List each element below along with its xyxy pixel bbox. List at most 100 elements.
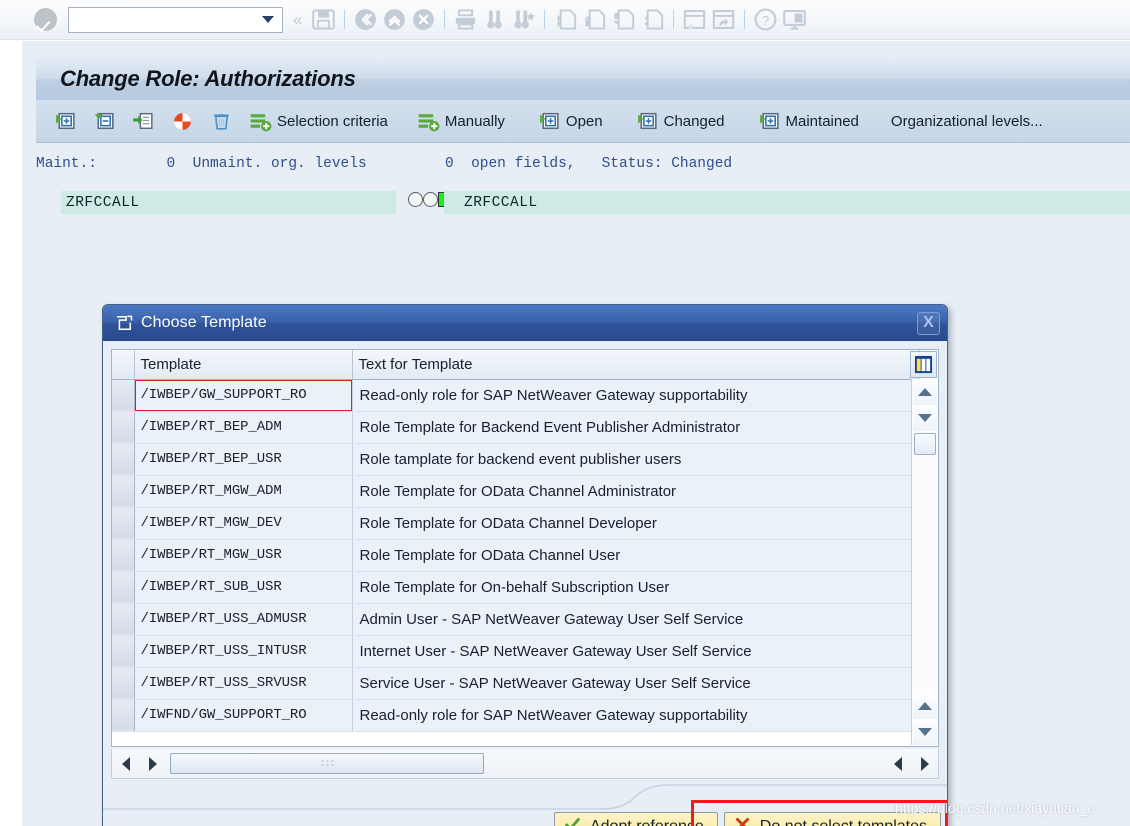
row-select-cell[interactable]: [112, 379, 135, 412]
table-row[interactable]: /IWFND/GW_SUPPORT_RO Read-only role for …: [112, 699, 920, 732]
horizontal-scrollbar-thumb[interactable]: [170, 753, 484, 774]
scroll-down-button[interactable]: [912, 405, 937, 431]
manually-button[interactable]: Manually: [409, 103, 512, 139]
cell-text[interactable]: Role Template for Backend Event Publishe…: [352, 411, 920, 444]
cell-text[interactable]: Read-only role for SAP NetWeaver Gateway…: [352, 379, 920, 412]
role-description-field[interactable]: ZRFCCALL: [444, 191, 1130, 214]
create-shortcut-icon[interactable]: [709, 5, 738, 34]
vertical-scrollbar[interactable]: [911, 379, 937, 745]
help-icon[interactable]: ?: [751, 5, 780, 34]
table-row[interactable]: /IWBEP/RT_MGW_DEV Role Template for ODat…: [112, 507, 920, 540]
cancel-icon[interactable]: [409, 5, 438, 34]
table-row[interactable]: /IWBEP/RT_USS_INTUSR Internet User - SAP…: [112, 635, 920, 668]
cell-template[interactable]: /IWBEP/RT_USS_ADMUSR: [134, 603, 353, 636]
save-icon[interactable]: [309, 5, 338, 34]
cell-text[interactable]: Internet User - SAP NetWeaver Gateway Us…: [352, 635, 920, 668]
cell-text[interactable]: Read-only role for SAP NetWeaver Gateway…: [352, 699, 920, 732]
last-page-icon[interactable]: [638, 5, 667, 34]
cell-text[interactable]: Role tamplate for backend event publishe…: [352, 443, 920, 476]
back-chevrons-icon[interactable]: «: [293, 10, 302, 30]
row-select-cell[interactable]: [112, 699, 135, 732]
cell-template[interactable]: /IWBEP/RT_MGW_DEV: [134, 507, 353, 540]
column-header-text[interactable]: Text for Template: [352, 350, 920, 380]
new-session-icon[interactable]: [680, 5, 709, 34]
deactivate-button[interactable]: [124, 103, 163, 139]
row-select-cell[interactable]: [112, 411, 135, 444]
adopt-reference-button[interactable]: Adopt reference: [553, 812, 718, 826]
customize-layout-icon[interactable]: [780, 5, 809, 34]
table-row[interactable]: /IWBEP/RT_USS_SRVUSR Service User - SAP …: [112, 667, 920, 700]
row-select-cell[interactable]: [112, 635, 135, 668]
exit-up-icon[interactable]: [380, 5, 409, 34]
back-icon[interactable]: [351, 5, 380, 34]
scroll-left-button-2[interactable]: [884, 751, 911, 777]
status-line-text: Maint.: 0 Unmaint. org. levels 0 open fi…: [36, 156, 733, 172]
next-page-icon[interactable]: [609, 5, 638, 34]
close-icon[interactable]: X: [917, 311, 940, 335]
row-select-cell[interactable]: [112, 539, 135, 572]
changed-button[interactable]: Changed: [628, 103, 732, 139]
organizational-levels-button[interactable]: Organizational levels...: [884, 103, 1050, 139]
ok-check-icon[interactable]: [34, 8, 57, 31]
command-field[interactable]: [68, 6, 283, 33]
print-icon[interactable]: [451, 5, 480, 34]
open-button[interactable]: Open: [530, 103, 610, 139]
maintained-button[interactable]: Maintained: [750, 103, 866, 139]
cell-text[interactable]: Role Template for On-behalf Subscription…: [352, 571, 920, 604]
table-row[interactable]: /IWBEP/RT_BEP_ADM Role Template for Back…: [112, 411, 920, 444]
table-row[interactable]: /IWBEP/RT_MGW_ADM Role Template for ODat…: [112, 475, 920, 508]
table-row[interactable]: /IWBEP/RT_BEP_USR Role tamplate for back…: [112, 443, 920, 476]
scroll-up-button[interactable]: [912, 379, 937, 405]
column-header-template[interactable]: Template: [134, 350, 353, 380]
cell-template[interactable]: /IWBEP/RT_MGW_USR: [134, 539, 353, 572]
cell-template[interactable]: /IWBEP/RT_USS_INTUSR: [134, 635, 353, 668]
scrollbar-track[interactable]: [912, 455, 937, 693]
delete-button[interactable]: [202, 103, 241, 139]
cell-template[interactable]: /IWBEP/RT_USS_SRVUSR: [134, 667, 353, 700]
select-all-header[interactable]: [112, 350, 135, 380]
table-row[interactable]: /IWBEP/RT_SUB_USR Role Template for On-b…: [112, 571, 920, 604]
cell-template[interactable]: /IWFND/GW_SUPPORT_RO: [134, 699, 353, 732]
chevron-down-icon[interactable]: [262, 16, 274, 23]
row-select-cell[interactable]: [112, 603, 135, 636]
cell-template[interactable]: /IWBEP/RT_BEP_USR: [134, 443, 353, 476]
dialog-title-bar[interactable]: Choose Template X: [103, 305, 947, 341]
row-select-cell[interactable]: [112, 571, 135, 604]
table-row[interactable]: /IWBEP/GW_SUPPORT_RO Read-only role for …: [112, 379, 920, 412]
cell-template[interactable]: /IWBEP/RT_SUB_USR: [134, 571, 353, 604]
row-select-cell[interactable]: [112, 667, 135, 700]
scroll-left-button[interactable]: [112, 751, 139, 777]
traffic-light-circle-icon: [423, 192, 438, 207]
expand-all-icon: [53, 109, 78, 134]
selection-criteria-button[interactable]: Selection criteria: [241, 103, 395, 139]
cell-text[interactable]: Admin User - SAP NetWeaver Gateway User …: [352, 603, 920, 636]
cell-text[interactable]: Role Template for OData Channel Develope…: [352, 507, 920, 540]
horizontal-scrollbar[interactable]: [111, 749, 939, 779]
scroll-right-button[interactable]: [139, 751, 166, 777]
scroll-page-down-button[interactable]: [912, 719, 937, 745]
scroll-right-button-2[interactable]: [911, 751, 938, 777]
collapse-all-button[interactable]: [85, 103, 124, 139]
traffic-light-button[interactable]: [163, 103, 202, 139]
expand-all-button[interactable]: [46, 103, 85, 139]
cell-template[interactable]: /IWBEP/GW_SUPPORT_RO: [134, 379, 353, 412]
role-name-field[interactable]: ZRFCCALL: [61, 191, 396, 214]
dialog-body: Template Text for Template /IWBEP/GW_SUP…: [103, 341, 948, 826]
row-select-cell[interactable]: [112, 443, 135, 476]
cell-template[interactable]: /IWBEP/RT_BEP_ADM: [134, 411, 353, 444]
scrollbar-thumb[interactable]: [913, 433, 936, 455]
first-page-icon[interactable]: [551, 5, 580, 34]
previous-page-icon[interactable]: [580, 5, 609, 34]
scroll-page-up-button[interactable]: [912, 693, 937, 719]
cell-template[interactable]: /IWBEP/RT_MGW_ADM: [134, 475, 353, 508]
table-row[interactable]: /IWBEP/RT_MGW_USR Role Template for ODat…: [112, 539, 920, 572]
cell-text[interactable]: Service User - SAP NetWeaver Gateway Use…: [352, 667, 920, 700]
find-next-icon[interactable]: [509, 5, 538, 34]
row-select-cell[interactable]: [112, 507, 135, 540]
row-select-cell[interactable]: [112, 475, 135, 508]
table-row[interactable]: /IWBEP/RT_USS_ADMUSR Admin User - SAP Ne…: [112, 603, 920, 636]
cell-text[interactable]: Role Template for OData Channel User: [352, 539, 920, 572]
grid-settings-icon[interactable]: [910, 351, 937, 378]
cell-text[interactable]: Role Template for OData Channel Administ…: [352, 475, 920, 508]
find-icon[interactable]: [480, 5, 509, 34]
